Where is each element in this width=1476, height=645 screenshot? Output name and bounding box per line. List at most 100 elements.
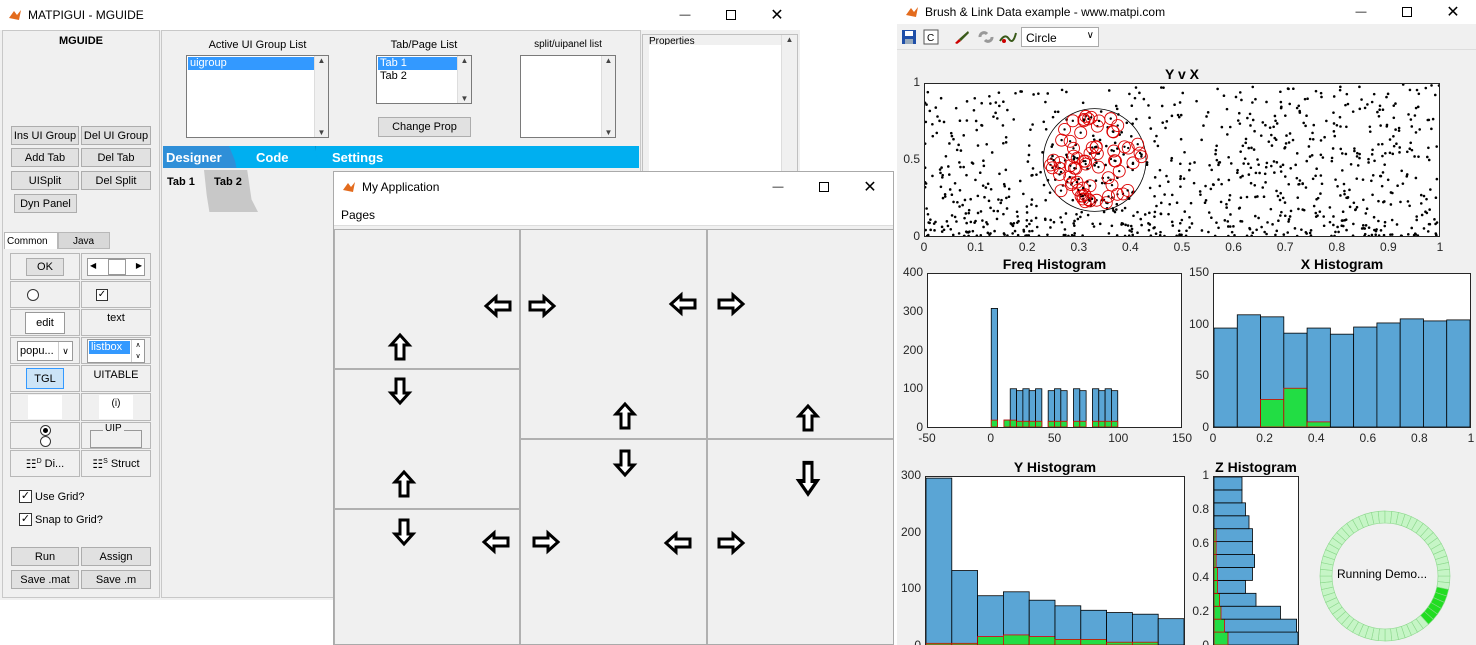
add-tab-button[interactable]: Add Tab bbox=[11, 148, 79, 167]
use-grid-checkbox[interactable]: ✓ Use Grid? bbox=[19, 490, 85, 503]
palette-checkbox[interactable]: ✓ bbox=[81, 281, 151, 308]
down-arrow-icon[interactable] bbox=[393, 518, 415, 546]
data-point bbox=[1426, 230, 1430, 233]
left-arrow-icon[interactable] bbox=[664, 532, 692, 554]
struct-label: Struct bbox=[110, 457, 140, 470]
palette-pushbutton[interactable]: OK bbox=[10, 253, 80, 280]
tab-java[interactable]: Java bbox=[58, 232, 110, 249]
properties-scrollbar[interactable]: ▲ bbox=[781, 35, 797, 173]
tab-code[interactable]: Code bbox=[232, 146, 322, 168]
ins-ui-group-button[interactable]: Ins UI Group bbox=[11, 126, 79, 145]
palette-dialog[interactable]: ☷D Di... bbox=[10, 450, 80, 477]
properties-list[interactable] bbox=[649, 45, 781, 171]
assign-button[interactable]: Assign bbox=[81, 547, 151, 566]
snap-grid-checkbox[interactable]: ✓ Snap to Grid? bbox=[19, 513, 103, 526]
close-button[interactable]: ✕ bbox=[1430, 0, 1476, 24]
left-arrow-icon[interactable] bbox=[482, 531, 510, 553]
title-bar: MATPIGUI - MGUIDE — ✕ bbox=[0, 0, 800, 30]
down-arrow-icon[interactable] bbox=[614, 449, 636, 477]
data-point bbox=[1044, 198, 1047, 202]
data-point bbox=[1140, 223, 1143, 227]
tab-settings[interactable]: Settings bbox=[315, 146, 400, 168]
list-item[interactable]: uigroup bbox=[188, 57, 327, 70]
up-arrow-icon[interactable] bbox=[797, 404, 819, 432]
data-point bbox=[1179, 175, 1182, 178]
save-mat-button[interactable]: Save .mat bbox=[11, 570, 79, 589]
right-arrow-icon[interactable] bbox=[528, 295, 556, 317]
data-point bbox=[1285, 134, 1288, 137]
data-point bbox=[1131, 233, 1134, 236]
del-tab-button[interactable]: Del Tab bbox=[81, 148, 151, 167]
palette-uipanel[interactable]: UIP bbox=[81, 422, 151, 449]
split-uipanel-list[interactable]: ▲ ▼ bbox=[520, 55, 616, 138]
sub-tab-1[interactable]: Tab 1 bbox=[163, 170, 205, 192]
palette-buttongroup[interactable] bbox=[10, 422, 80, 449]
palette-slider[interactable]: ◀ ▶ bbox=[81, 253, 151, 280]
left-arrow-icon[interactable] bbox=[484, 295, 512, 317]
data-point bbox=[1030, 174, 1033, 177]
data-point bbox=[1160, 104, 1164, 108]
scrollbar[interactable]: ▲ ▼ bbox=[601, 56, 615, 137]
palette-radio[interactable] bbox=[10, 281, 80, 308]
copy-icon[interactable]: C bbox=[923, 29, 939, 45]
brushed-bar bbox=[1003, 634, 1030, 645]
listbox-sample: listbox ∧ ∨ bbox=[87, 338, 145, 363]
tab-common[interactable]: Common bbox=[4, 232, 58, 249]
tab-designer[interactable]: Designer bbox=[163, 146, 238, 168]
palette-listbox[interactable]: listbox ∧ ∨ bbox=[81, 337, 151, 364]
uisplit-button[interactable]: UISplit bbox=[11, 171, 79, 190]
active-ui-group-list[interactable]: uigroup ▲ ▼ bbox=[186, 55, 329, 138]
data-point bbox=[1305, 159, 1309, 163]
down-arrow-icon[interactable] bbox=[797, 460, 819, 496]
data-point bbox=[1234, 95, 1238, 99]
maximize-button[interactable] bbox=[708, 0, 754, 30]
palette-popup[interactable]: popu... ∨ bbox=[10, 337, 80, 364]
down-arrow-icon[interactable] bbox=[389, 377, 411, 405]
del-ui-group-button[interactable]: Del UI Group bbox=[81, 126, 151, 145]
palette-axes[interactable] bbox=[10, 393, 80, 421]
right-arrow-icon[interactable] bbox=[532, 531, 560, 553]
palette-text[interactable]: text bbox=[81, 309, 151, 336]
link-icon[interactable] bbox=[977, 29, 995, 45]
data-point bbox=[1328, 206, 1332, 209]
data-point bbox=[1217, 226, 1220, 230]
data-point bbox=[1025, 205, 1029, 208]
data-point bbox=[1120, 209, 1124, 212]
minimize-button[interactable]: — bbox=[1338, 0, 1384, 24]
change-prop-button[interactable]: Change Prop bbox=[378, 117, 471, 137]
data-point bbox=[1413, 114, 1417, 117]
data-point bbox=[928, 221, 931, 225]
brush-select-icon[interactable] bbox=[999, 29, 1017, 45]
save-m-button[interactable]: Save .m bbox=[81, 570, 151, 589]
up-arrow-icon[interactable] bbox=[389, 333, 411, 361]
save-icon[interactable] bbox=[901, 29, 917, 45]
data-point bbox=[1341, 210, 1345, 214]
data-point bbox=[1051, 154, 1054, 158]
minimize-button[interactable]: — bbox=[662, 0, 708, 30]
y-tick-label: 200 bbox=[900, 524, 921, 539]
palette-activex[interactable]: (i) bbox=[81, 393, 151, 421]
right-arrow-icon[interactable] bbox=[717, 293, 745, 315]
up-arrow-icon[interactable] bbox=[393, 470, 415, 498]
palette-uitable[interactable]: UITABLE bbox=[81, 365, 151, 392]
del-split-button[interactable]: Del Split bbox=[81, 171, 151, 190]
palette-struct[interactable]: ☷S Struct bbox=[81, 450, 151, 477]
data-point bbox=[1263, 172, 1267, 176]
scrollbar[interactable]: ▲ ▼ bbox=[314, 56, 328, 137]
shape-dropdown[interactable]: Circle ∨ bbox=[1021, 27, 1099, 47]
data-point bbox=[1115, 202, 1119, 206]
scrollbar[interactable]: ▲ ▼ bbox=[457, 56, 471, 103]
maximize-button[interactable] bbox=[1384, 0, 1430, 24]
run-button[interactable]: Run bbox=[11, 547, 79, 566]
tab-page-list[interactable]: Tab 1 Tab 2 ▲ ▼ bbox=[376, 55, 472, 104]
palette-edit[interactable]: edit bbox=[10, 309, 80, 336]
data-point bbox=[1392, 104, 1396, 107]
dyn-panel-button[interactable]: Dyn Panel bbox=[14, 194, 77, 213]
data-point bbox=[1250, 146, 1253, 150]
palette-toggle[interactable]: TGL bbox=[10, 365, 80, 392]
up-arrow-icon[interactable] bbox=[614, 402, 636, 430]
brush-icon[interactable] bbox=[953, 29, 971, 45]
right-arrow-icon[interactable] bbox=[717, 532, 745, 554]
close-button[interactable]: ✕ bbox=[754, 0, 800, 30]
left-arrow-icon[interactable] bbox=[669, 293, 697, 315]
